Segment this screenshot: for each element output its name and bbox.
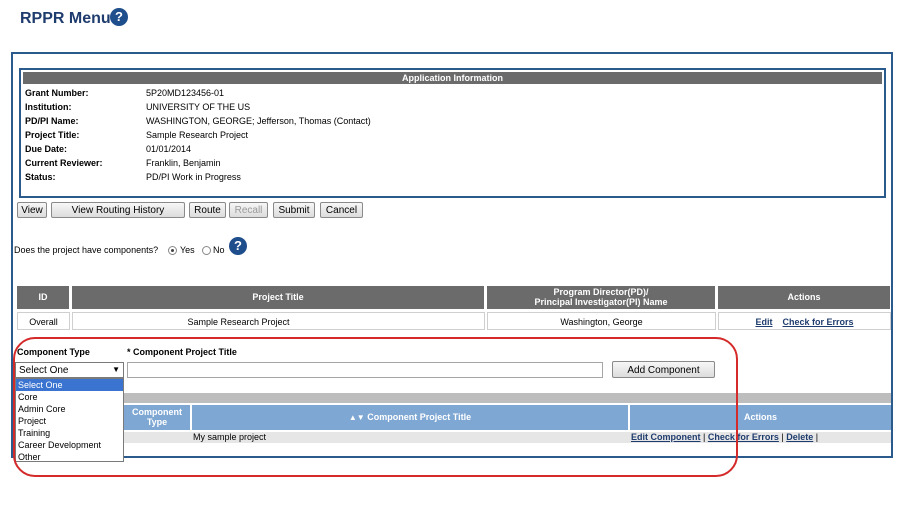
- current-reviewer-value: Franklin, Benjamin: [146, 158, 221, 168]
- project-title-value: Sample Research Project: [146, 130, 249, 140]
- col-header-pd-line1: Program Director(PD)/: [553, 287, 649, 297]
- col-header-id: ID: [17, 286, 69, 309]
- application-info-header: Application Information: [23, 72, 882, 84]
- col-header-pd-pi: Program Director(PD)/ Principal Investig…: [487, 286, 715, 309]
- view-routing-history-button[interactable]: View Routing History: [51, 202, 185, 218]
- row-overall-actions: Edit Check for Errors: [718, 312, 891, 330]
- row-overall-id: Overall: [17, 312, 70, 330]
- grant-number-label: Grant Number:: [25, 88, 89, 98]
- help-icon[interactable]: ?: [110, 8, 128, 26]
- components-help-icon[interactable]: ?: [229, 237, 247, 255]
- grant-number-value: 5P20MD123456-01: [146, 88, 225, 98]
- delete-component-link[interactable]: Delete: [786, 432, 813, 442]
- components-question: Does the project have components?: [14, 245, 159, 255]
- pdpi-name-label: PD/PI Name:: [25, 116, 79, 126]
- components-no-label: No: [213, 245, 225, 255]
- components-yes-radio[interactable]: [168, 246, 177, 255]
- submit-button[interactable]: Submit: [273, 202, 315, 218]
- status-value: PD/PI Work in Progress: [146, 172, 241, 182]
- row-overall-title: Sample Research Project: [72, 312, 485, 330]
- status-label: Status:: [25, 172, 56, 182]
- components-no-radio[interactable]: [202, 246, 211, 255]
- route-button[interactable]: Route: [189, 202, 226, 218]
- components-yes-label: Yes: [180, 245, 195, 255]
- row-overall-pd: Washington, George: [487, 312, 716, 330]
- col-header-project-title: Project Title: [72, 286, 484, 309]
- edit-link[interactable]: Edit: [755, 317, 772, 327]
- page-title: RPPR Menu: [20, 10, 111, 27]
- recall-button[interactable]: Recall: [229, 202, 268, 218]
- institution-label: Institution:: [25, 102, 72, 112]
- due-date-value: 01/01/2014: [146, 144, 192, 154]
- cancel-button[interactable]: Cancel: [320, 202, 363, 218]
- due-date-label: Due Date:: [25, 144, 68, 154]
- current-reviewer-label: Current Reviewer:: [25, 158, 103, 168]
- institution-value: UNIVERSITY OF THE US: [146, 102, 251, 112]
- pdpi-name-value: WASHINGTON, GEORGE; Jefferson, Thomas (C…: [146, 116, 371, 126]
- highlight-outline: [13, 337, 738, 477]
- col-header-actions: Actions: [718, 286, 890, 309]
- view-button[interactable]: View: [17, 202, 47, 218]
- project-title-label: Project Title:: [25, 130, 80, 140]
- col-header-pd-line2: Principal Investigator(PI) Name: [534, 297, 668, 307]
- check-errors-link[interactable]: Check for Errors: [782, 317, 853, 327]
